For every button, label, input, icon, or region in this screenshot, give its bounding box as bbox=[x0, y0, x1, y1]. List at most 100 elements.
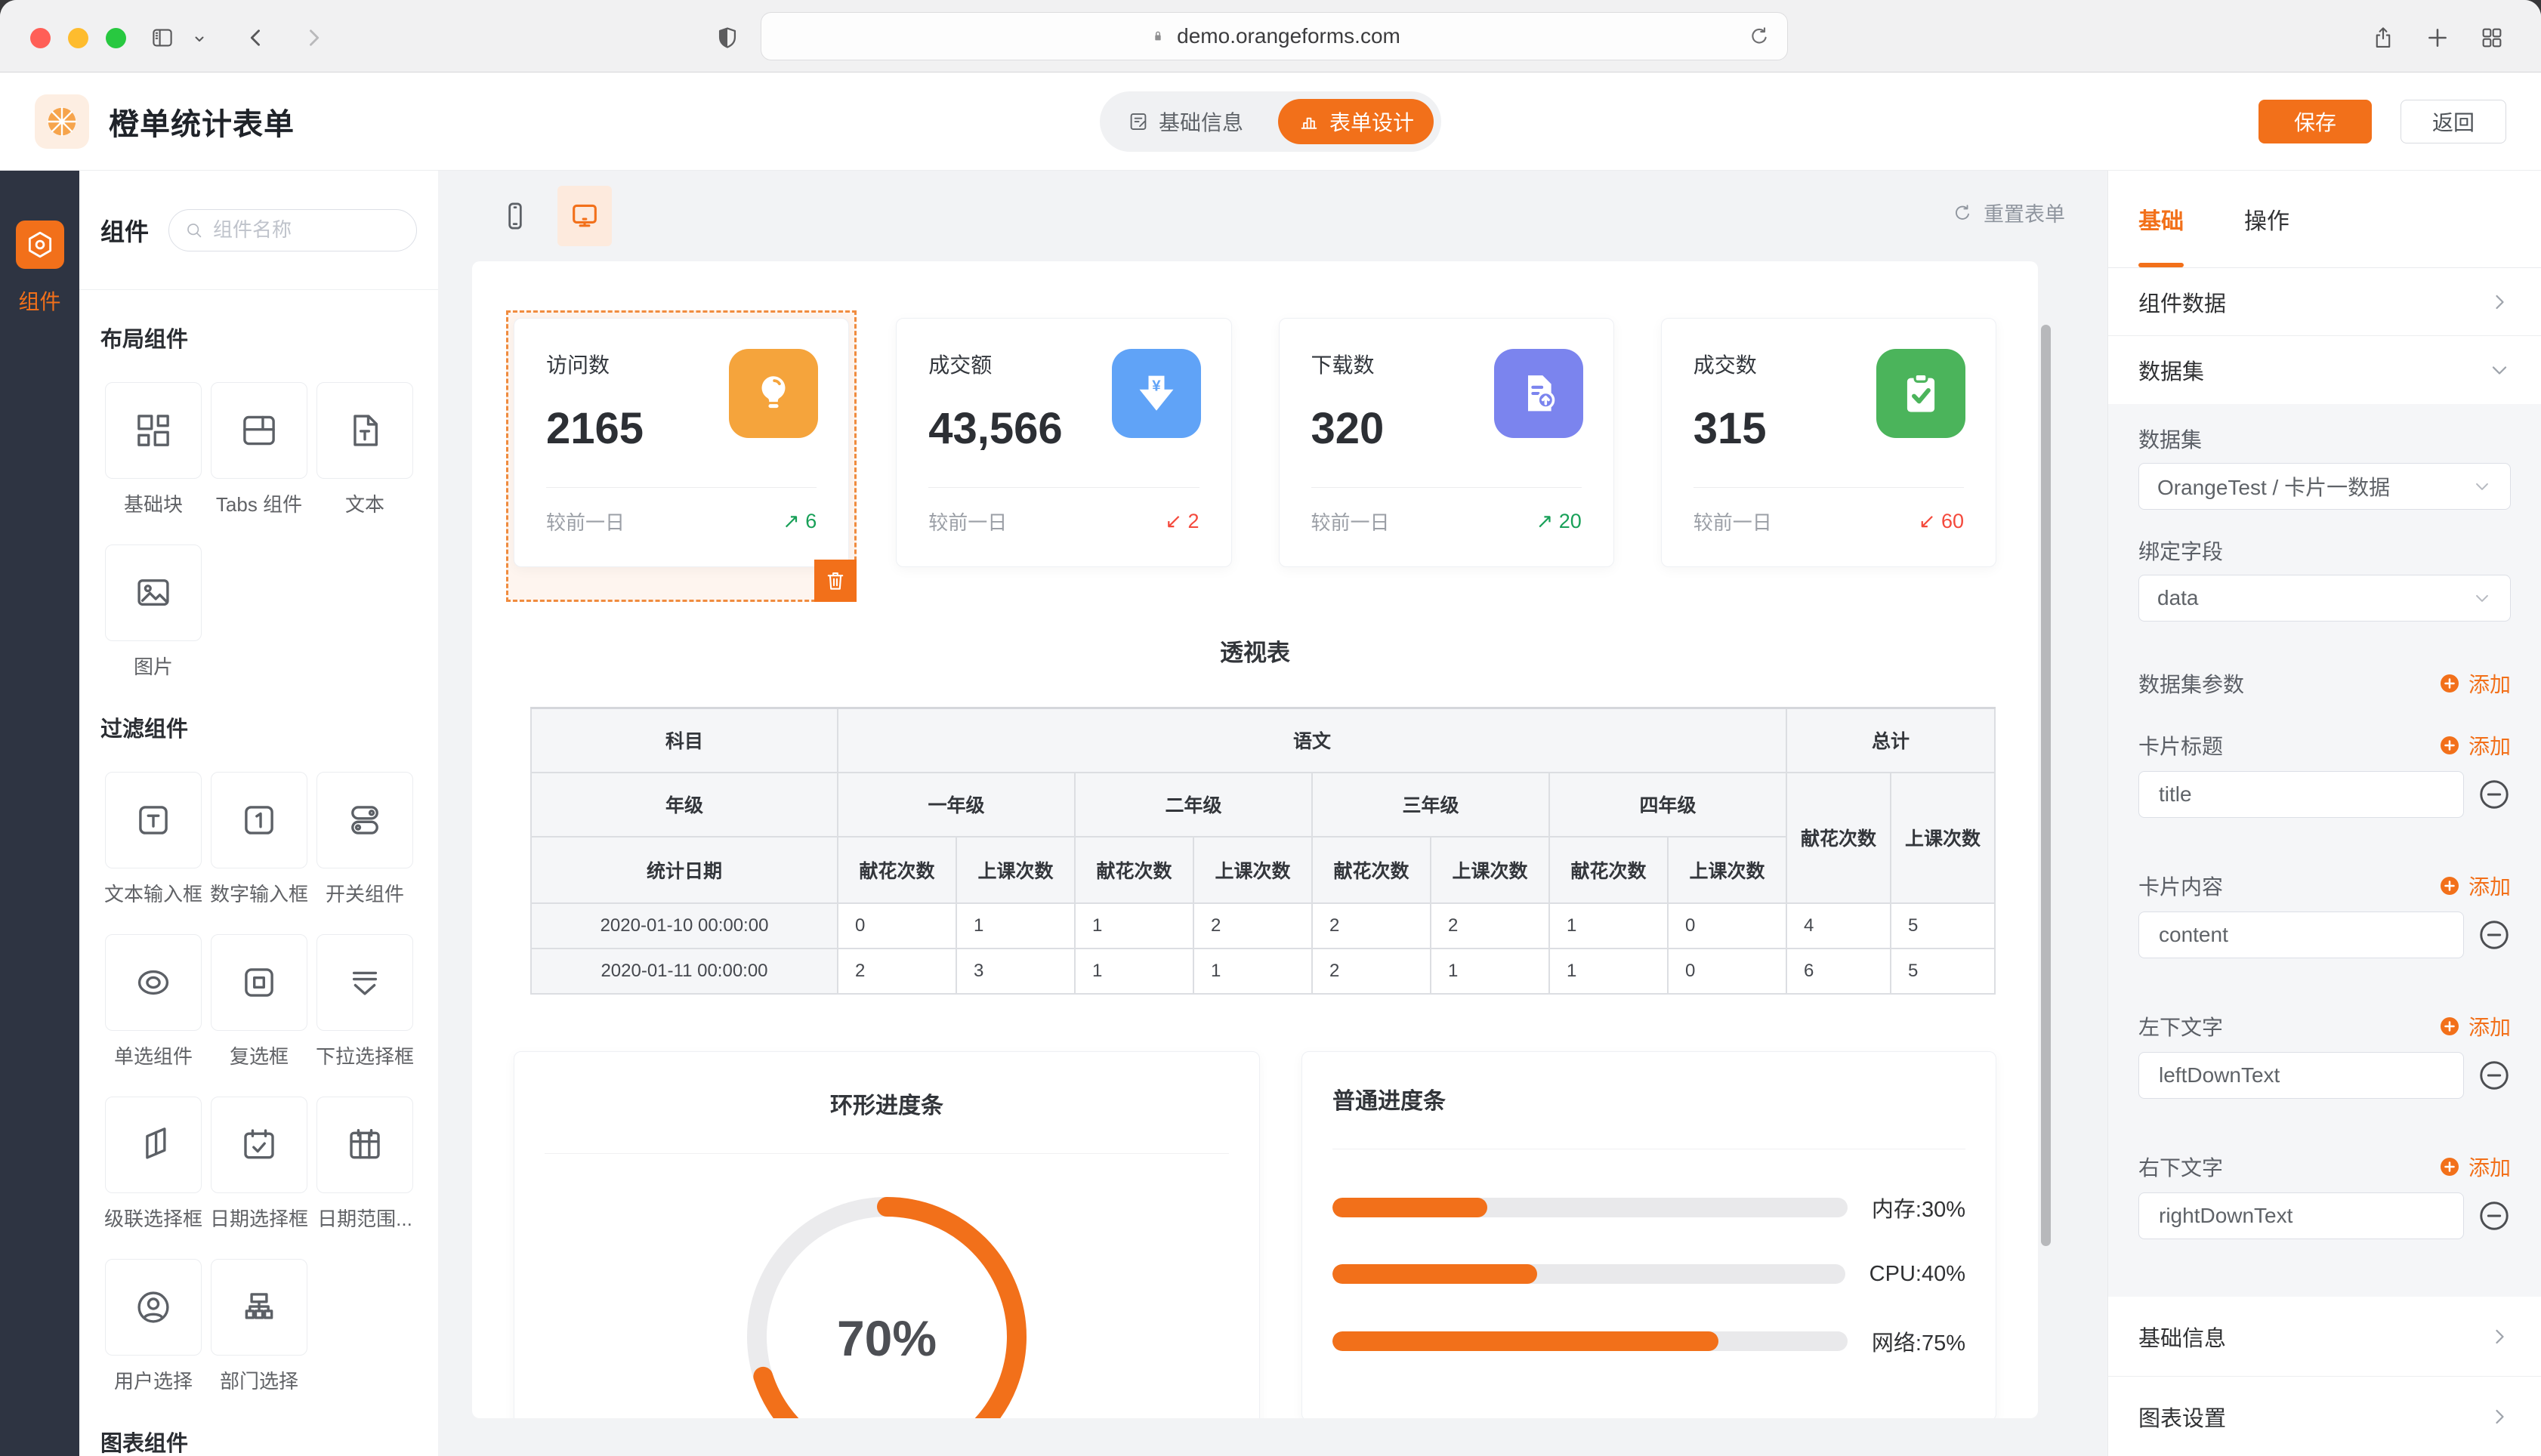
component-palette-item[interactable]: 开关组件 bbox=[312, 772, 418, 907]
remove-field-button[interactable] bbox=[2478, 918, 2511, 952]
add-left-down-text-button[interactable]: 添加 bbox=[2438, 1011, 2511, 1041]
pivot-cell: 4 bbox=[1786, 903, 1891, 949]
remove-field-button[interactable] bbox=[2478, 1059, 2511, 1092]
canvas-scrollbar[interactable] bbox=[2041, 325, 2051, 1246]
save-button[interactable]: 保存 bbox=[2258, 100, 2372, 143]
reset-form-button[interactable]: 重置表单 bbox=[1952, 198, 2065, 227]
desktop-icon bbox=[568, 199, 601, 233]
pivot-cell: 科目 bbox=[531, 708, 838, 773]
add-right-down-text-button[interactable]: 添加 bbox=[2438, 1152, 2511, 1182]
component-palette-item[interactable]: 下拉选择框 bbox=[312, 934, 418, 1069]
component-palette-item[interactable]: 复选框 bbox=[206, 934, 312, 1069]
bar-progress-widget[interactable]: 普通进度条 内存:30% bbox=[1301, 1051, 1996, 1419]
close-window-button[interactable] bbox=[30, 28, 51, 48]
card-content-input[interactable] bbox=[2138, 912, 2464, 958]
minimize-window-button[interactable] bbox=[68, 28, 88, 48]
browser-window: demo.orangeforms.com 橙单统计表单 基础信息 表单设计 保存… bbox=[0, 0, 2541, 1456]
progress-bar-track bbox=[1332, 1331, 1848, 1351]
sidebar-toggle-icon[interactable] bbox=[150, 25, 175, 51]
tab-basic[interactable]: 基础 bbox=[2138, 171, 2184, 267]
card-title-input[interactable] bbox=[2138, 771, 2464, 818]
chart-settings-section-row[interactable]: 图表设置 bbox=[2108, 1377, 2541, 1456]
basic-info-section-row[interactable]: 基础信息 bbox=[2108, 1297, 2541, 1377]
reload-icon[interactable] bbox=[1748, 25, 1771, 48]
share-icon[interactable] bbox=[2370, 25, 2396, 51]
url-text: demo.orangeforms.com bbox=[1177, 24, 1400, 48]
component-palette-item[interactable]: Tabs 组件 bbox=[206, 382, 312, 517]
component-palette-item[interactable]: 图片 bbox=[100, 544, 206, 680]
rail-components-button[interactable] bbox=[16, 221, 64, 269]
stat-card-icon bbox=[1512, 367, 1565, 420]
component-icon bbox=[239, 1287, 279, 1328]
component-palette-item[interactable]: 数字输入框 bbox=[206, 772, 312, 907]
pivot-cell: 献花次数 bbox=[1549, 837, 1668, 903]
right-down-text-input[interactable] bbox=[2138, 1192, 2464, 1239]
tab-actions[interactable]: 操作 bbox=[2244, 171, 2289, 267]
tab-basic-info[interactable]: 基础信息 bbox=[1107, 106, 1263, 137]
back-icon[interactable] bbox=[243, 25, 269, 51]
mobile-preview-button[interactable] bbox=[488, 186, 542, 246]
add-card-title-button[interactable]: 添加 bbox=[2438, 730, 2511, 760]
bind-field-select[interactable]: data bbox=[2138, 575, 2511, 622]
rail-components-label: 组件 bbox=[18, 285, 60, 316]
stat-card[interactable]: 成交额 ¥ 43,566 较前一日 ↙ 2 bbox=[896, 318, 1231, 567]
zoom-window-button[interactable] bbox=[106, 28, 126, 48]
tab-overview-icon[interactable] bbox=[2479, 25, 2505, 51]
stat-compare-label: 较前一日 bbox=[546, 507, 625, 535]
address-bar[interactable]: demo.orangeforms.com bbox=[761, 12, 1788, 60]
component-icon bbox=[344, 800, 385, 841]
ring-progress-widget[interactable]: 环形进度条 70% bbox=[514, 1051, 1260, 1419]
component-search[interactable] bbox=[168, 209, 417, 251]
component-palette-item[interactable]: 文本 bbox=[312, 382, 418, 517]
form-canvas[interactable]: 访问数 2165 较前一日 ↗ 6 bbox=[472, 261, 2038, 1418]
component-palette-item[interactable]: 日期选择框 bbox=[206, 1097, 312, 1232]
remove-field-button[interactable] bbox=[2478, 778, 2511, 811]
progress-bar-fill bbox=[1332, 1331, 1718, 1351]
desktop-preview-button[interactable] bbox=[557, 186, 612, 246]
progress-bar-label: 网络:75% bbox=[1872, 1325, 1965, 1357]
back-button[interactable]: 返回 bbox=[2401, 100, 2506, 143]
page-title: 橙单统计表单 bbox=[109, 100, 295, 143]
component-palette-item[interactable]: 用户选择 bbox=[100, 1259, 206, 1394]
component-search-input[interactable] bbox=[213, 218, 401, 242]
component-palette-item[interactable]: 级联选择框 bbox=[100, 1097, 206, 1232]
component-palette-item[interactable]: 文本输入框 bbox=[100, 772, 206, 907]
bar-chart-icon bbox=[1298, 110, 1320, 133]
pivot-cell: 年级 bbox=[531, 773, 838, 837]
pivot-cell: 献花次数 bbox=[838, 837, 956, 903]
form-canvas-area: 重置表单 访问数 bbox=[438, 171, 2107, 1456]
chevron-down-icon[interactable] bbox=[190, 30, 208, 48]
component-palette-item[interactable]: 日期范围... bbox=[312, 1097, 418, 1232]
plus-circle-icon bbox=[2438, 672, 2461, 695]
component-palette-item[interactable]: 单选组件 bbox=[100, 934, 206, 1069]
stat-card[interactable]: 下载数 320 较前一日 ↗ 20 bbox=[1279, 318, 1614, 567]
pivot-table: 科目语文总计年级一年级二年级三年级四年级献花次数上课次数统计日期献花次数上课次数… bbox=[530, 707, 1996, 995]
dataset-select[interactable]: OrangeTest / 卡片一数据 bbox=[2138, 463, 2511, 510]
add-card-content-button[interactable]: 添加 bbox=[2438, 871, 2511, 901]
component-palette-item[interactable]: 部门选择 bbox=[206, 1259, 312, 1394]
component-palette-item[interactable]: 基础块 bbox=[100, 382, 206, 517]
component-icon bbox=[133, 1124, 174, 1165]
pivot-cell: 2 bbox=[1312, 903, 1431, 949]
pivot-cell: 总计 bbox=[1786, 708, 1995, 773]
left-down-text-input[interactable] bbox=[2138, 1052, 2464, 1099]
new-tab-icon[interactable] bbox=[2425, 25, 2450, 51]
dataset-section-row[interactable]: 数据集 bbox=[2108, 336, 2541, 404]
add-dataset-param-button[interactable]: 添加 bbox=[2438, 668, 2511, 699]
delete-widget-button[interactable] bbox=[814, 560, 857, 602]
component-label: 下拉选择框 bbox=[316, 1041, 414, 1069]
tab-form-design[interactable]: 表单设计 bbox=[1278, 99, 1434, 144]
pivot-cell: 上课次数 bbox=[1668, 837, 1786, 903]
stat-card[interactable]: 成交数 315 较前一日 ↙ 60 bbox=[1661, 318, 1996, 567]
pivot-widget[interactable]: 透视表 科目语文总计年级一年级二年级三年级四年级献花次数上课次数统计日期献花次数… bbox=[514, 634, 1996, 995]
stat-card[interactable]: 访问数 2165 较前一日 ↗ 6 bbox=[514, 318, 849, 567]
orange-logo-icon bbox=[42, 102, 82, 141]
remove-field-button[interactable] bbox=[2478, 1199, 2511, 1232]
forward-icon[interactable] bbox=[301, 25, 326, 51]
component-icon bbox=[239, 410, 279, 451]
component-data-row[interactable]: 组件数据 bbox=[2108, 268, 2541, 336]
progress-bar-fill bbox=[1332, 1198, 1487, 1217]
dataset-params-label: 数据集参数 bbox=[2138, 668, 2244, 699]
stat-card-icon: ¥ bbox=[1130, 367, 1183, 420]
add-label: 添加 bbox=[2468, 871, 2511, 901]
